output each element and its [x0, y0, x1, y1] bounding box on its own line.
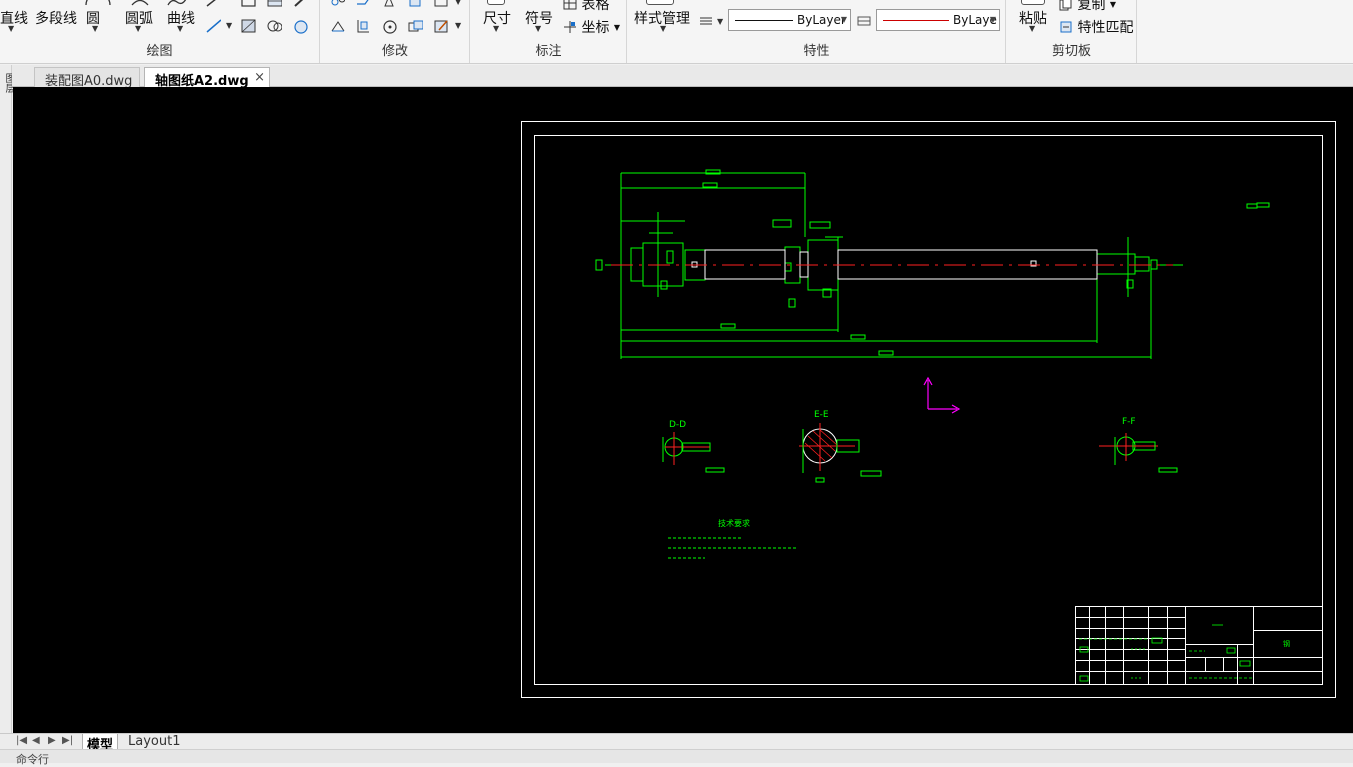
section-f-label: F-F — [1122, 417, 1136, 427]
chevron-down-icon: ▼ — [613, 23, 621, 32]
chevron-down-icon: ▼ — [840, 15, 847, 24]
cad-drawing[interactable]: D-D E-E F-F 技术要求 钢 — [13, 87, 1353, 733]
circle-icon — [85, 0, 111, 6]
color-swatch-icon[interactable] — [857, 16, 871, 26]
rotate-circle-icon[interactable] — [381, 18, 397, 34]
first-layout-icon[interactable]: |◀ — [16, 735, 27, 746]
last-layout-icon[interactable]: ▶| — [62, 735, 73, 746]
coordinate-button[interactable]: 坐标 ▼ — [563, 17, 620, 37]
coordinate-button-label: 坐标 — [581, 20, 610, 36]
tab-model[interactable]: 模型 — [82, 734, 119, 753]
table-button-label: 表格 — [581, 0, 610, 13]
tab-layout1[interactable]: Layout1 — [124, 734, 184, 750]
file-tab-bar: 装配图A0.dwg 轴图纸A2.dwg × — [12, 65, 1353, 89]
section-d-d — [662, 432, 725, 473]
rectangle-icon[interactable] — [240, 0, 256, 10]
chevron-down-icon: ▼ — [989, 15, 996, 24]
sheet-inner-border — [534, 135, 1323, 685]
chevron-down-icon: ▼ — [8, 24, 15, 33]
tech-requirements-title: 技术要求 — [718, 518, 750, 528]
rotate-icon[interactable] — [355, 0, 371, 10]
chevron-down-icon: ▼ — [135, 24, 142, 33]
next-layout-icon[interactable]: ▶ — [48, 735, 56, 746]
chevron-down-icon[interactable]: ▼ — [455, 0, 461, 6]
prev-layout-icon[interactable]: ◀ — [32, 735, 40, 746]
modify-panel-title: 修改 — [381, 44, 408, 59]
modify-panel: ▼ ▼ 修改 — [321, 0, 470, 63]
polyline-button-label: 多段线 — [35, 11, 77, 27]
move-icon[interactable] — [329, 0, 345, 10]
linetype-value: ByLayer — [797, 13, 846, 27]
offset-icon[interactable] — [407, 18, 423, 34]
linetype-preview — [735, 20, 793, 21]
annotation-panel-title: 标注 — [535, 44, 562, 59]
scale-icon[interactable] — [433, 0, 449, 10]
boundary-icon[interactable] — [292, 18, 308, 34]
linetype-select[interactable]: ByLayer ▼ — [728, 9, 851, 31]
mirror-icon[interactable] — [381, 0, 397, 10]
chevron-down-icon: ▼ — [535, 24, 542, 33]
chevron-down-icon: ▼ — [177, 24, 184, 33]
match-properties-button[interactable]: 特性匹配 — [1059, 17, 1133, 37]
annotation-panel: 尺寸 ▼ 符号 ▼ 表格 坐标 ▼ 标注 — [471, 0, 627, 63]
coordinate-icon — [564, 21, 576, 33]
match-properties-button-label: 特性匹配 — [1077, 20, 1134, 36]
construction-line-icon[interactable] — [205, 18, 221, 34]
chevron-down-icon[interactable]: ▼ — [455, 21, 461, 30]
color-select[interactable]: ByLaye ▼ — [876, 9, 1000, 31]
style-manager-icon — [646, 0, 674, 5]
tech-requirements-lines — [668, 537, 796, 559]
clipboard-panel: 粘贴 ▼ 复制 ▼ 特性匹配 剪切板 — [1007, 0, 1137, 63]
layout-tab-bar: |◀ ◀ ▶ ▶| 模型 Layout1 — [0, 733, 1353, 753]
region-icon[interactable] — [266, 18, 282, 34]
section-e-label: E-E — [814, 410, 829, 420]
section-d-label: D-D — [669, 420, 686, 430]
copy-button[interactable]: 复制 ▼ — [1059, 0, 1116, 14]
properties-panel: 样式管理 ▼ ▼ ByLayer ▼ ByLaye ▼ 特性 — [628, 0, 1006, 63]
chevron-down-icon[interactable]: ▼ — [226, 21, 232, 30]
table-button[interactable]: 表格 — [563, 0, 609, 14]
color-line-preview — [883, 20, 949, 21]
drawing-canvas[interactable]: D-D E-E F-F 技术要求 钢 — [13, 87, 1353, 733]
layer-side-strip[interactable]: 图层 — [0, 65, 14, 733]
command-prompt: 命令行 — [16, 753, 49, 766]
copy-icon — [1059, 0, 1072, 11]
copy-button-label: 复制 — [1077, 0, 1106, 13]
stretch-icon[interactable] — [329, 18, 345, 34]
section-f-f — [1099, 433, 1178, 473]
table-grid-icon[interactable] — [266, 0, 282, 10]
table-icon — [563, 0, 577, 10]
title-block-material: 钢 — [1283, 639, 1290, 648]
hatch-icon[interactable] — [240, 18, 256, 34]
chevron-down-icon: ▼ — [1109, 0, 1117, 9]
edit-icon[interactable] — [433, 18, 449, 34]
chevron-down-icon[interactable]: ▼ — [717, 17, 723, 26]
chevron-down-icon: ▼ — [660, 24, 667, 33]
draw-panel-title: 绘图 — [146, 44, 173, 59]
tab-shaft-drawing[interactable]: 轴图纸A2.dwg × — [144, 67, 270, 89]
chevron-down-icon: ▼ — [493, 24, 500, 33]
ribbon: 直线 ▼ 多段线 圆 ▼ 圆弧 ▼ 曲线 ▼ ▼ 绘图 ▼ ▼ 修改 尺寸 ▼ … — [0, 0, 1353, 64]
match-properties-icon — [1060, 21, 1072, 33]
tab-layout1-label: Layout1 — [128, 734, 181, 749]
trim-icon[interactable] — [355, 18, 371, 34]
lineweight-icon[interactable] — [699, 16, 713, 26]
properties-panel-title: 特性 — [803, 44, 830, 59]
arc-icon — [131, 0, 149, 6]
clipboard-panel-title: 剪切板 — [1051, 44, 1091, 59]
curve-icon — [167, 0, 187, 6]
paste-icon — [1021, 0, 1045, 5]
close-icon[interactable]: × — [254, 70, 265, 85]
tab-assembly-drawing[interactable]: 装配图A0.dwg — [34, 67, 140, 89]
ray-icon[interactable] — [205, 0, 221, 10]
chevron-down-icon: ▼ — [1029, 24, 1036, 33]
dimension-icon — [487, 0, 505, 5]
copy-object-icon[interactable] — [407, 0, 423, 10]
ucs-icon — [923, 376, 961, 414]
section-e-e — [799, 423, 882, 483]
chevron-down-icon: ▼ — [92, 24, 99, 33]
draw-panel: 直线 ▼ 多段线 圆 ▼ 圆弧 ▼ 曲线 ▼ ▼ 绘图 — [0, 0, 320, 63]
command-line[interactable]: 命令行 — [0, 749, 1353, 766]
pen-icon[interactable] — [292, 0, 308, 10]
